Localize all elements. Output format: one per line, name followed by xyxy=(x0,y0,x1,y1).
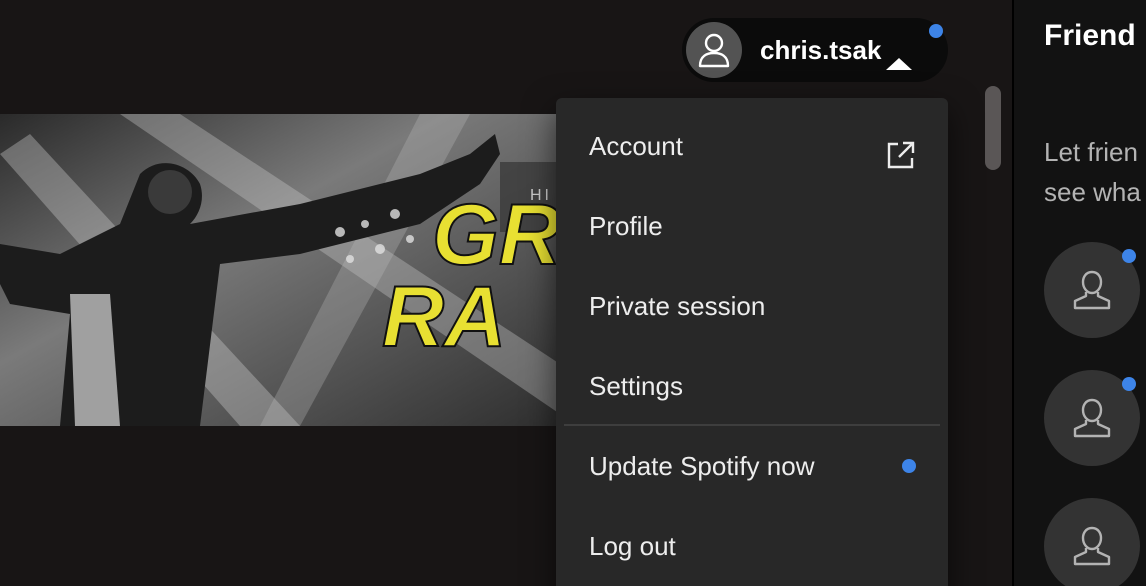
user-name: chris.tsak xyxy=(760,35,882,65)
menu-item-label: Update Spotify now xyxy=(589,450,815,481)
user-icon xyxy=(1073,526,1111,566)
menu-item-profile[interactable]: Profile xyxy=(564,186,940,266)
menu-item-label: Account xyxy=(589,130,683,161)
user-avatar xyxy=(686,22,742,78)
menu-item-update-spotify[interactable]: Update Spotify now xyxy=(564,426,940,506)
friends-panel-description: Let frien see wha xyxy=(1044,132,1141,212)
menu-item-private-session[interactable]: Private session xyxy=(564,266,940,346)
menu-item-log-out[interactable]: Log out xyxy=(564,506,940,586)
banner-headline-line2: RA xyxy=(382,269,506,365)
friend-notification-dot xyxy=(1122,377,1136,391)
banner-artwork: HI GR RA xyxy=(0,114,560,426)
menu-item-account[interactable]: Account xyxy=(564,106,940,186)
menu-item-label: Log out xyxy=(589,530,676,561)
friends-text-line2: see wha xyxy=(1044,177,1141,207)
menu-item-label: Profile xyxy=(589,210,663,241)
friend-avatar xyxy=(1044,498,1140,586)
menu-item-label: Settings xyxy=(589,370,683,401)
featured-banner[interactable]: HI GR RA xyxy=(0,114,560,426)
external-link-icon xyxy=(887,141,915,169)
friend-activity-panel: Friend Let frien see wha xyxy=(1014,0,1146,586)
menu-item-settings[interactable]: Settings xyxy=(564,346,940,426)
user-dropdown-menu: Account Profile Private session Settings… xyxy=(556,98,948,586)
user-icon xyxy=(1073,398,1111,438)
caret-up-icon xyxy=(886,58,912,70)
user-menu-button[interactable]: chris.tsak xyxy=(682,18,948,82)
friends-panel-title: Friend xyxy=(1044,19,1136,52)
friends-text-line1: Let frien xyxy=(1044,137,1138,167)
menu-item-label: Private session xyxy=(589,290,766,321)
update-notification-dot xyxy=(902,459,916,473)
friend-notification-dot xyxy=(1122,249,1136,263)
user-icon xyxy=(698,33,730,68)
main-view: HI GR RA chris.tsak Account Profile Priv… xyxy=(0,0,1012,586)
user-notification-dot xyxy=(929,24,943,38)
user-icon xyxy=(1073,270,1111,310)
scrollbar-thumb[interactable] xyxy=(985,86,1001,170)
